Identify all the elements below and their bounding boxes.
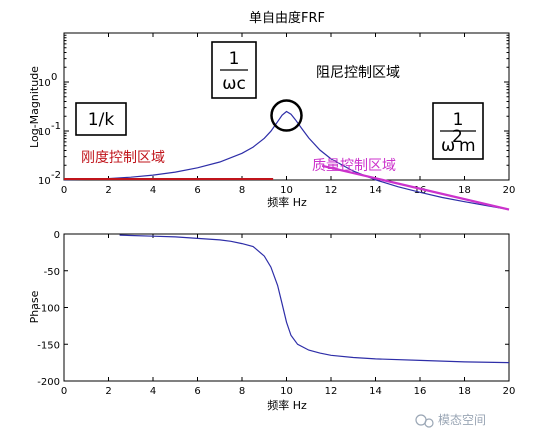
top-y-tick-exponent: 0 [51,72,57,83]
bottom-y-tick-label: -200 [37,377,60,388]
bottom-x-tick-label: 4 [150,386,156,397]
top-x-tick-label: 14 [369,185,382,196]
top-x-tick-label: 4 [150,185,156,196]
bottom-y-tick-label: -50 [44,267,60,278]
top-y-tick-label: 10 [38,176,51,187]
top-x-tick-label: 8 [239,185,245,196]
stiffness-label: 刚度控制区域 [81,150,165,166]
bottom-x-ticks: 0 2 4 6 8 10 12 14 16 18 20 [61,234,516,397]
top-y-tick-exponent: -2 [51,170,61,181]
top-x-tick-label: 6 [194,185,200,196]
bottom-y-ticks: 0-50-100-150-200 [37,230,509,388]
bottom-x-tick-label: 18 [458,386,471,397]
top-x-tick-label: 10 [280,185,293,196]
bottom-x-tick-label: 2 [105,386,111,397]
top-y-tick-exponent: -1 [51,121,61,132]
bottom-x-tick-label: 10 [280,386,293,397]
top-x-axis-label: 频率 Hz [267,195,307,209]
damping-label: 阻尼控制区域 [316,65,400,81]
bottom-x-axis-label: 频率 Hz [267,398,307,412]
bottom-x-tick-label: 14 [369,386,382,397]
top-x-tick-label: 0 [61,185,67,196]
bottom-x-tick-label: 6 [194,386,200,397]
bottom-y-axis-label: Phase [28,290,41,323]
top-x-tick-label: 20 [503,185,516,196]
top-x-tick-label: 2 [105,185,111,196]
bottom-x-tick-label: 20 [503,386,516,397]
top-x-tick-label: 12 [325,185,338,196]
watermark-text: 模态空间 [438,413,486,427]
resonance-circle [270,99,303,132]
bottom-x-tick-label: 8 [239,386,245,397]
top-chart-title: 单自由度FRF [249,10,325,26]
bottom-y-tick-label: 0 [54,230,60,241]
bottom-x-tick-label: 0 [61,386,67,397]
top-y-axis-label: Log-Magnitude [28,66,41,148]
mass-label: 质量控制区域 [312,158,396,174]
bottom-y-tick-label: -150 [37,340,60,351]
damping-box-denominator: ωc [222,74,246,94]
bottom-plot-frame [63,233,510,382]
bottom-x-tick-label: 12 [325,386,338,397]
bottom-x-tick-label: 16 [414,386,427,397]
bottom-series-group [119,234,510,364]
mass-box-denominator-tail: m [459,136,476,156]
stiffness-box-text: 1/k [88,110,115,130]
watermark: 模态空间 [415,413,486,428]
phase-series-line [119,234,510,364]
top-x-tick-label: 18 [458,185,471,196]
wechat-icon-secondary [424,418,434,428]
damping-box-numerator: 1 [229,49,240,69]
frf-figure: 单自由度FRF 0 2 4 6 8 10 12 14 16 18 20 10010-110-2 频率… [28,10,516,428]
